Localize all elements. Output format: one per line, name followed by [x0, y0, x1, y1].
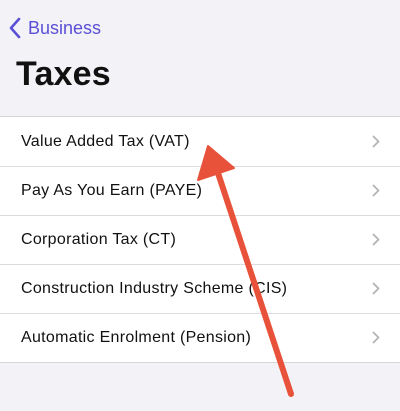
list-item-cis[interactable]: Construction Industry Scheme (CIS) [0, 264, 400, 313]
list-item-vat[interactable]: Value Added Tax (VAT) [0, 117, 400, 166]
list-item-paye[interactable]: Pay As You Earn (PAYE) [0, 166, 400, 215]
navigation-bar: Business Taxes [0, 0, 400, 116]
list-item-ct[interactable]: Corporation Tax (CT) [0, 215, 400, 264]
back-button[interactable]: Business [8, 14, 101, 42]
chevron-right-icon [372, 282, 380, 295]
list-item-pension[interactable]: Automatic Enrolment (Pension) [0, 313, 400, 362]
chevron-right-icon [372, 184, 380, 197]
chevron-right-icon [372, 233, 380, 246]
taxes-list: Value Added Tax (VAT) Pay As You Earn (P… [0, 116, 400, 363]
list-item-label: Automatic Enrolment (Pension) [21, 328, 252, 346]
back-button-label: Business [28, 17, 102, 38]
chevron-right-icon [372, 135, 380, 148]
page-title: Taxes [16, 55, 111, 93]
list-item-label: Value Added Tax (VAT) [21, 132, 190, 150]
list-item-label: Construction Industry Scheme (CIS) [21, 279, 288, 297]
list-item-label: Corporation Tax (CT) [21, 230, 177, 248]
chevron-left-icon [8, 17, 22, 39]
list-item-label: Pay As You Earn (PAYE) [21, 181, 203, 199]
chevron-right-icon [372, 331, 380, 344]
